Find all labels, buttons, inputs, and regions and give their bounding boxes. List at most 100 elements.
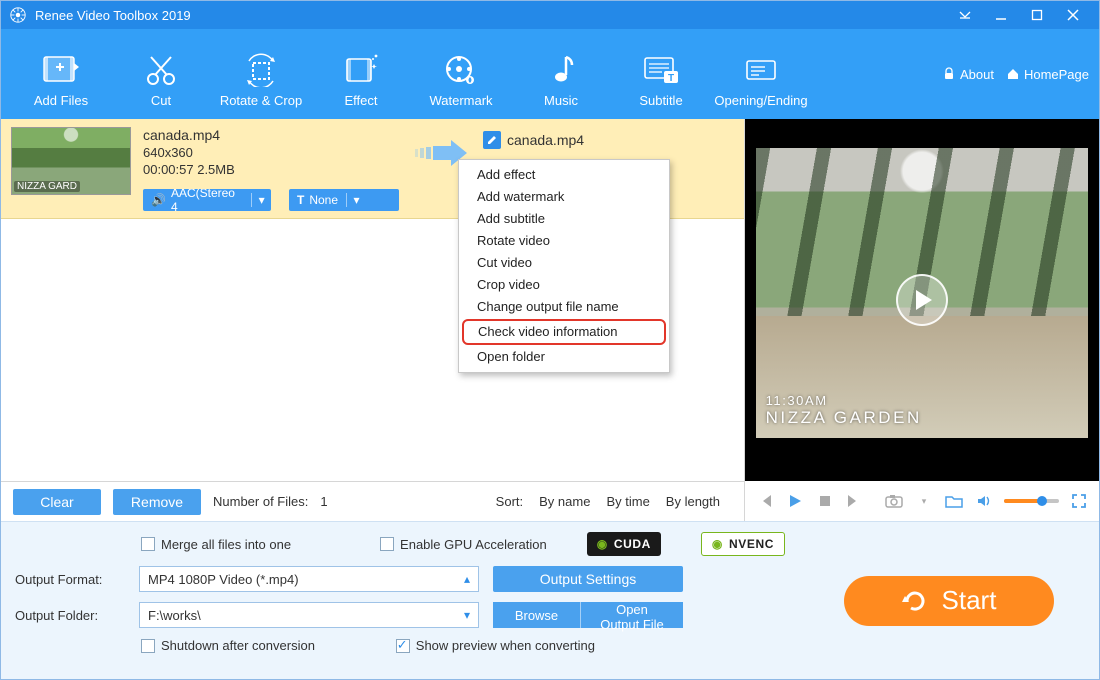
homepage-link[interactable]: HomePage bbox=[1006, 67, 1089, 82]
stop-button[interactable] bbox=[815, 491, 835, 511]
chevron-down-icon: ▾ bbox=[464, 608, 470, 622]
overlay-time: 11:30AM bbox=[766, 393, 922, 408]
toolbar-label: Add Files bbox=[34, 93, 88, 108]
cuda-badge: ◉CUDA bbox=[587, 532, 661, 556]
refresh-icon bbox=[902, 588, 928, 614]
gpu-label: Enable GPU Acceleration bbox=[400, 537, 547, 552]
audio-track-selector[interactable]: 🔊AAC(Stereo 4 ▾ bbox=[143, 189, 271, 211]
output-folder-combo[interactable]: F:\works\ ▾ bbox=[139, 602, 479, 628]
list-toolbar: Clear Remove Number of Files: 1 Sort: By… bbox=[1, 481, 744, 521]
remove-button[interactable]: Remove bbox=[113, 489, 201, 515]
file-name: canada.mp4 bbox=[143, 127, 399, 143]
start-label: Start bbox=[942, 585, 997, 616]
clear-button[interactable]: Clear bbox=[13, 489, 101, 515]
lock-icon bbox=[942, 67, 956, 81]
homepage-label: HomePage bbox=[1024, 67, 1089, 82]
shutdown-checkbox[interactable]: Shutdown after conversion bbox=[141, 638, 315, 653]
about-link[interactable]: About bbox=[942, 67, 994, 82]
volume-slider[interactable] bbox=[1004, 499, 1060, 503]
toolbar-label: Rotate & Crop bbox=[220, 93, 302, 108]
toolbar-cut[interactable]: Cut bbox=[111, 34, 211, 114]
toolbar-label: Subtitle bbox=[639, 93, 682, 108]
show-preview-label: Show preview when converting bbox=[416, 638, 595, 653]
chevron-down-icon: ▾ bbox=[346, 193, 366, 207]
thumb-caption: NIZZA GARD bbox=[14, 181, 80, 192]
play-overlay-button[interactable] bbox=[896, 274, 948, 326]
app-logo-icon bbox=[9, 6, 27, 24]
toolbar-watermark[interactable]: Watermark bbox=[411, 34, 511, 114]
ctx-change-output-name[interactable]: Change output file name bbox=[459, 296, 669, 318]
ctx-add-watermark[interactable]: Add watermark bbox=[459, 186, 669, 208]
start-button[interactable]: Start bbox=[844, 576, 1054, 626]
text-icon: T bbox=[297, 193, 304, 207]
shutdown-label: Shutdown after conversion bbox=[161, 638, 315, 653]
next-button[interactable] bbox=[844, 491, 864, 511]
toolbar-add-files[interactable]: Add Files bbox=[11, 34, 111, 114]
output-format-value: MP4 1080P Video (*.mp4) bbox=[148, 572, 299, 587]
ctx-add-effect[interactable]: Add effect bbox=[459, 164, 669, 186]
preview-pane: 11:30AM NIZZA GARDEN ▾ bbox=[744, 119, 1099, 521]
file-list: NIZZA GARD canada.mp4 640x360 00:00:57 2… bbox=[1, 119, 744, 521]
toolbar-subtitle[interactable]: T Subtitle bbox=[611, 34, 711, 114]
toolbar-effect[interactable]: Effect bbox=[311, 34, 411, 114]
ctx-rotate-video[interactable]: Rotate video bbox=[459, 230, 669, 252]
file-resolution: 640x360 bbox=[143, 145, 399, 160]
prev-button[interactable] bbox=[755, 491, 775, 511]
ctx-crop-video[interactable]: Crop video bbox=[459, 274, 669, 296]
ctx-open-folder[interactable]: Open folder bbox=[459, 346, 669, 368]
open-output-file-button[interactable]: Open Output File bbox=[581, 602, 683, 628]
titlebar: Renee Video Toolbox 2019 bbox=[1, 1, 1099, 29]
home-icon bbox=[1006, 67, 1020, 81]
output-folder-value: F:\works\ bbox=[148, 608, 201, 623]
toolbar-opening-ending[interactable]: Opening/Ending bbox=[711, 34, 811, 114]
about-label: About bbox=[960, 67, 994, 82]
file-duration-size: 00:00:57 2.5MB bbox=[143, 162, 399, 177]
maximize-button[interactable] bbox=[1019, 1, 1055, 29]
merge-label: Merge all files into one bbox=[161, 537, 291, 552]
audio-pill-label: AAC(Stereo 4 bbox=[171, 189, 243, 211]
open-folder-button[interactable] bbox=[944, 491, 964, 511]
nvenc-badge: ◉NVENC bbox=[701, 532, 785, 556]
merge-checkbox[interactable]: Merge all files into one bbox=[141, 537, 291, 552]
close-button[interactable] bbox=[1055, 1, 1091, 29]
file-count-value: 1 bbox=[320, 494, 327, 509]
play-button[interactable] bbox=[785, 491, 805, 511]
volume-icon[interactable] bbox=[974, 491, 994, 511]
ctx-cut-video[interactable]: Cut video bbox=[459, 252, 669, 274]
browse-button[interactable]: Browse bbox=[493, 602, 581, 628]
text-pill-label: None bbox=[309, 193, 338, 207]
dropdown-button[interactable] bbox=[947, 1, 983, 29]
output-folder-label: Output Folder: bbox=[15, 608, 125, 623]
toolbar-label: Watermark bbox=[429, 93, 492, 108]
output-file-name: canada.mp4 bbox=[507, 132, 584, 148]
opening-ending-icon bbox=[743, 51, 779, 89]
toolbar-music[interactable]: Music bbox=[511, 34, 611, 114]
ctx-check-video-information[interactable]: Check video information bbox=[462, 319, 666, 345]
overlay-title: NIZZA GARDEN bbox=[766, 408, 922, 428]
gpu-checkbox[interactable]: Enable GPU Acceleration bbox=[380, 537, 547, 552]
subtitle-track-selector[interactable]: T None ▾ bbox=[289, 189, 399, 211]
cut-icon bbox=[143, 51, 179, 89]
file-thumbnail: NIZZA GARD bbox=[11, 127, 131, 195]
video-preview[interactable]: 11:30AM NIZZA GARDEN bbox=[745, 119, 1099, 481]
toolbar-label: Opening/Ending bbox=[714, 93, 807, 108]
ctx-add-subtitle[interactable]: Add subtitle bbox=[459, 208, 669, 230]
app-window: Renee Video Toolbox 2019 Add Files Cut R… bbox=[0, 0, 1100, 680]
sort-by-name[interactable]: By name bbox=[539, 494, 590, 509]
minimize-button[interactable] bbox=[983, 1, 1019, 29]
fullscreen-button[interactable] bbox=[1069, 491, 1089, 511]
sort-by-length[interactable]: By length bbox=[666, 494, 720, 509]
app-title: Renee Video Toolbox 2019 bbox=[35, 8, 947, 23]
effect-icon bbox=[343, 51, 379, 89]
file-count-label: Number of Files: bbox=[213, 494, 308, 509]
output-format-combo[interactable]: MP4 1080P Video (*.mp4) ▴ bbox=[139, 566, 479, 592]
show-preview-checkbox[interactable]: Show preview when converting bbox=[396, 638, 595, 653]
output-settings-button[interactable]: Output Settings bbox=[493, 566, 683, 592]
sort-by-time[interactable]: By time bbox=[606, 494, 649, 509]
toolbar-rotate-crop[interactable]: Rotate & Crop bbox=[211, 34, 311, 114]
add-files-icon bbox=[41, 51, 81, 89]
speaker-icon: 🔊 bbox=[151, 193, 166, 207]
edit-icon[interactable] bbox=[483, 131, 501, 149]
snapshot-button[interactable] bbox=[884, 491, 904, 511]
player-controls: ▾ bbox=[745, 481, 1099, 521]
